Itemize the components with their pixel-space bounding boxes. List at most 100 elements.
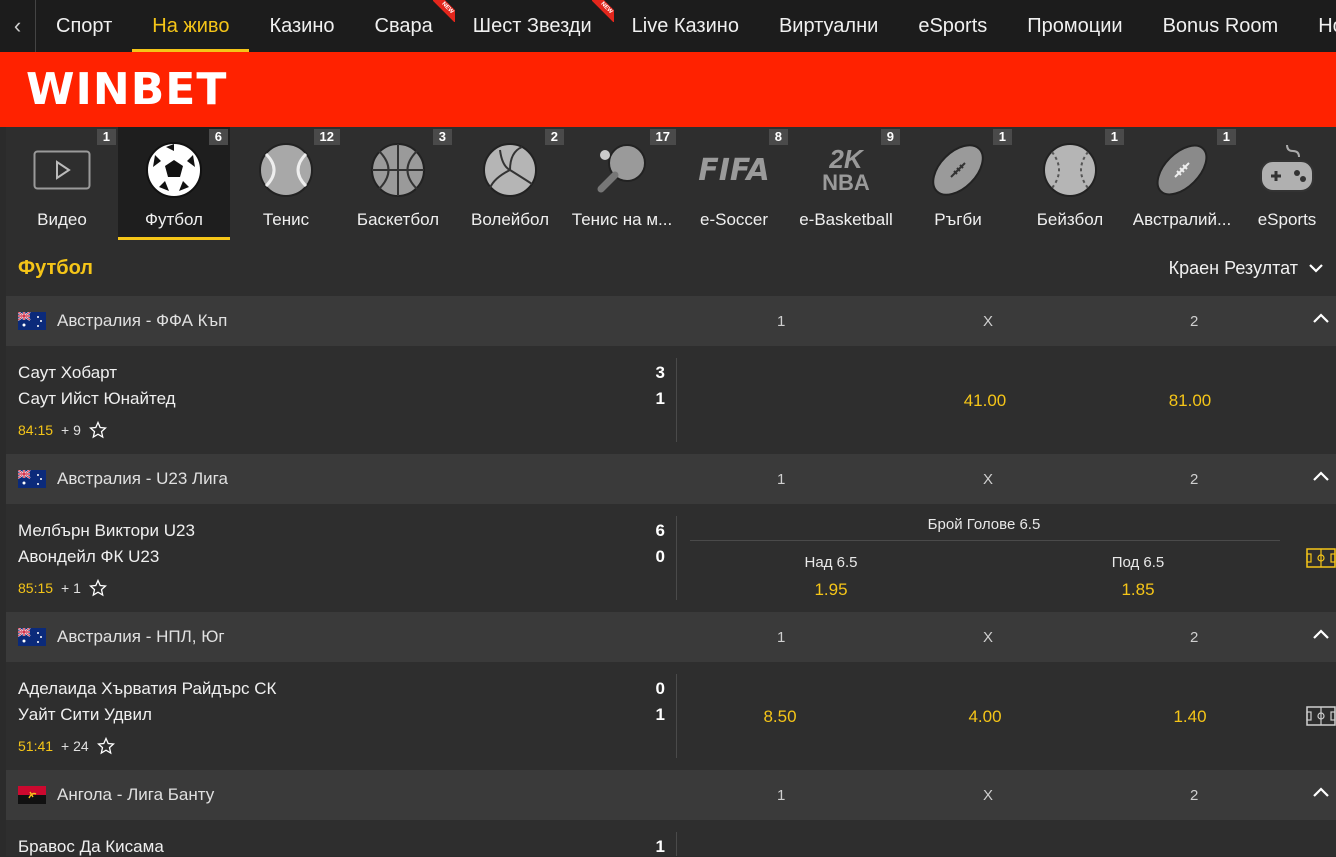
- live-field-icon[interactable]: [1306, 706, 1336, 726]
- chevron-up-icon[interactable]: [1312, 312, 1330, 324]
- chevron-up-icon[interactable]: [1312, 470, 1330, 482]
- baseball-icon: [1039, 139, 1101, 201]
- market-divider: [690, 540, 1280, 541]
- aussie-rules-ball-icon: [1151, 139, 1213, 201]
- sport-tab-football[interactable]: 6 Футбол: [118, 127, 230, 240]
- divider: [676, 516, 677, 600]
- match-time: 51:41: [18, 738, 54, 754]
- event-count-badge: 2: [544, 129, 564, 145]
- event-count-badge: 8: [768, 129, 788, 145]
- event-count-badge: 1: [1216, 129, 1236, 145]
- nav-item-casino[interactable]: Казино: [249, 0, 354, 52]
- away-team: Саут Ийст Юнайтед: [18, 389, 176, 408]
- odd-under[interactable]: 1.85: [1098, 580, 1178, 600]
- sport-label: e-Soccer: [699, 210, 769, 229]
- live-field-icon[interactable]: [1306, 548, 1336, 568]
- sport-tab-basketball[interactable]: 3 Баскетбол: [342, 127, 454, 240]
- match-row[interactable]: Аделаида Хърватия Райдърс СК Уайт Сити У…: [6, 662, 1336, 770]
- column-away: 2: [1190, 470, 1199, 488]
- nav-item-esports[interactable]: eSports: [898, 0, 1007, 52]
- sport-tab-esports[interactable]: eSports: [1238, 127, 1336, 240]
- nav-item-live-casino[interactable]: Live Казино: [612, 0, 759, 52]
- odd-away[interactable]: 1.40: [1150, 707, 1230, 727]
- away-team: Авондейл ФК U23: [18, 547, 160, 566]
- sport-tab-table-tennis[interactable]: 17 Тенис на м...: [566, 127, 678, 240]
- match-row[interactable]: Саут Хобарт Саут Ийст Юнайтед 3 1 84:15 …: [6, 346, 1336, 454]
- odd-draw[interactable]: 41.00: [945, 391, 1025, 411]
- more-markets-link[interactable]: + 1: [61, 580, 81, 596]
- sport-label: Футбол: [145, 210, 203, 229]
- basketball-icon: [367, 139, 429, 201]
- sport-label: Ръгби: [934, 210, 982, 229]
- sport-tab-video[interactable]: 1 Видео: [6, 127, 118, 240]
- odd-over[interactable]: 1.95: [791, 580, 871, 600]
- sport-label: Тенис на м...: [571, 210, 673, 229]
- nav-scroll-left-icon[interactable]: ‹: [0, 0, 36, 52]
- home-score: 1: [655, 837, 665, 856]
- away-team: Уайт Сити Удвил: [18, 705, 152, 724]
- nav-item-sport[interactable]: Спорт: [36, 0, 132, 52]
- australia-flag-icon: [18, 628, 46, 646]
- away-score: 1: [655, 389, 665, 408]
- nav-item-promotions[interactable]: Промоции: [1007, 0, 1142, 52]
- column-home: 1: [777, 312, 786, 330]
- sport-label: Волейбол: [470, 210, 550, 229]
- away-score: 0: [655, 547, 665, 566]
- odd-away[interactable]: 81.00: [1150, 391, 1230, 411]
- league-header[interactable]: Австралия - U23 Лига 1 X 2: [6, 454, 1336, 504]
- league-name: Австралия - НПЛ, Юг: [57, 627, 225, 646]
- winbet-logo[interactable]: WINBET: [26, 64, 227, 115]
- sport-tab-tennis[interactable]: 12 Тенис: [230, 127, 342, 240]
- league-header[interactable]: Ангола - Лига Банту 1 X 2: [6, 770, 1336, 820]
- sport-tab-rugby[interactable]: 1 Ръгби: [902, 127, 1014, 240]
- league-header[interactable]: Австралия - ФФА Къп 1 X 2: [6, 296, 1336, 346]
- star-icon[interactable]: [88, 421, 107, 439]
- under-label: Под 6.5: [1111, 554, 1165, 571]
- home-score: 0: [655, 679, 665, 698]
- column-away: 2: [1190, 628, 1199, 646]
- sport-tab-baseball[interactable]: 1 Бейзбол: [1014, 127, 1126, 240]
- column-away: 2: [1190, 786, 1199, 804]
- soccer-ball-icon: [143, 139, 205, 201]
- volleyball-icon: [479, 139, 541, 201]
- away-score: 1: [655, 705, 665, 724]
- sport-tab-e-soccer[interactable]: 8 FIFA e-Soccer: [678, 127, 790, 240]
- over-label: Над 6.5: [804, 554, 858, 571]
- sport-label: Австралий...: [1132, 210, 1232, 229]
- column-away: 2: [1190, 312, 1199, 330]
- nav-item-virtual[interactable]: Виртуални: [759, 0, 898, 52]
- league-header[interactable]: Австралия - НПЛ, Юг 1 X 2: [6, 612, 1336, 662]
- star-icon[interactable]: [88, 579, 107, 597]
- section-header: Футбол Краен Резултат: [6, 240, 1336, 296]
- sport-tab-e-basketball[interactable]: 9 2K NBA e-Basketball: [790, 127, 902, 240]
- event-count-badge: 6: [208, 129, 228, 145]
- chevron-up-icon[interactable]: [1312, 786, 1330, 798]
- match-row[interactable]: Мелбърн Виктори U23 Авондейл ФК U23 6 0 …: [6, 504, 1336, 612]
- event-count-badge: 9: [880, 129, 900, 145]
- nav-item-bonus-room[interactable]: Bonus Room: [1143, 0, 1299, 52]
- angola-flag-icon: [18, 786, 46, 804]
- home-score: 3: [655, 363, 665, 382]
- chevron-up-icon[interactable]: [1312, 628, 1330, 640]
- nav-item-new[interactable]: Нов: [1298, 0, 1336, 52]
- table-tennis-icon: [591, 139, 653, 201]
- more-markets-link[interactable]: + 9: [61, 422, 81, 438]
- sport-label: Баскетбол: [356, 210, 440, 229]
- star-icon[interactable]: [96, 737, 115, 755]
- home-team: Саут Хобарт: [18, 363, 118, 382]
- nav-item-svara[interactable]: Свара NEW: [355, 0, 455, 52]
- match-row[interactable]: Бравос Да Кисама 1: [6, 820, 1336, 856]
- sport-tab-aussie-rules[interactable]: 1 Австралий...: [1126, 127, 1238, 240]
- more-markets-link[interactable]: + 24: [61, 738, 89, 754]
- sport-tab-volleyball[interactable]: 2 Волейбол: [454, 127, 566, 240]
- league-name: Ангола - Лига Банту: [57, 785, 215, 804]
- column-draw: X: [983, 470, 994, 488]
- chevron-down-icon: [1309, 264, 1323, 273]
- nav-item-live[interactable]: На живо: [132, 0, 250, 52]
- column-draw: X: [983, 312, 994, 330]
- odd-home[interactable]: 8.50: [740, 707, 820, 727]
- nav-item-six-stars[interactable]: Шест Звезди NEW: [453, 0, 614, 52]
- odd-draw[interactable]: 4.00: [945, 707, 1025, 727]
- divider: [676, 674, 677, 758]
- market-dropdown[interactable]: Краен Резултат: [1169, 258, 1324, 279]
